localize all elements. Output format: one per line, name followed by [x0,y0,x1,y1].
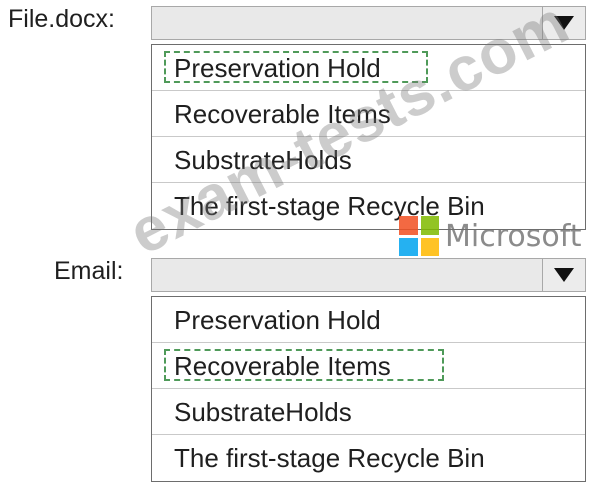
chevron-down-icon [554,268,574,282]
logo-square [420,237,439,256]
email-option-recoverable-items[interactable]: Recoverable Items [152,343,585,389]
chevron-down-icon [554,16,574,30]
file-docx-dropdown[interactable] [151,6,586,40]
option-label: Preservation Hold [174,53,381,83]
email-label: Email: [54,257,124,285]
email-dropdown[interactable] [151,258,586,292]
file-docx-label: File.docx: [8,5,115,33]
file-docx-dropdown-button[interactable] [542,7,585,39]
email-option-substrateholds[interactable]: SubstrateHolds [152,389,585,435]
option-label: SubstrateHolds [174,397,352,427]
email-option-recycle-bin[interactable]: The first-stage Recycle Bin [152,435,585,481]
file-docx-option-substrateholds[interactable]: SubstrateHolds [152,137,585,183]
option-label: Recoverable Items [174,99,391,129]
email-option-list: Preservation Hold Recoverable Items Subs… [151,296,586,482]
email-dropdown-button[interactable] [542,259,585,291]
email-option-preservation-hold[interactable]: Preservation Hold [152,297,585,343]
option-label: SubstrateHolds [174,145,352,175]
option-label: Recoverable Items [174,351,391,381]
logo-square [399,237,418,256]
option-label: Preservation Hold [174,305,381,335]
file-docx-option-recycle-bin[interactable]: The first-stage Recycle Bin [152,183,585,229]
option-label: The first-stage Recycle Bin [174,443,485,473]
option-label: The first-stage Recycle Bin [174,191,485,221]
file-docx-option-list: Preservation Hold Recoverable Items Subs… [151,44,586,230]
file-docx-option-preservation-hold[interactable]: Preservation Hold [152,45,585,91]
file-docx-option-recoverable-items[interactable]: Recoverable Items [152,91,585,137]
